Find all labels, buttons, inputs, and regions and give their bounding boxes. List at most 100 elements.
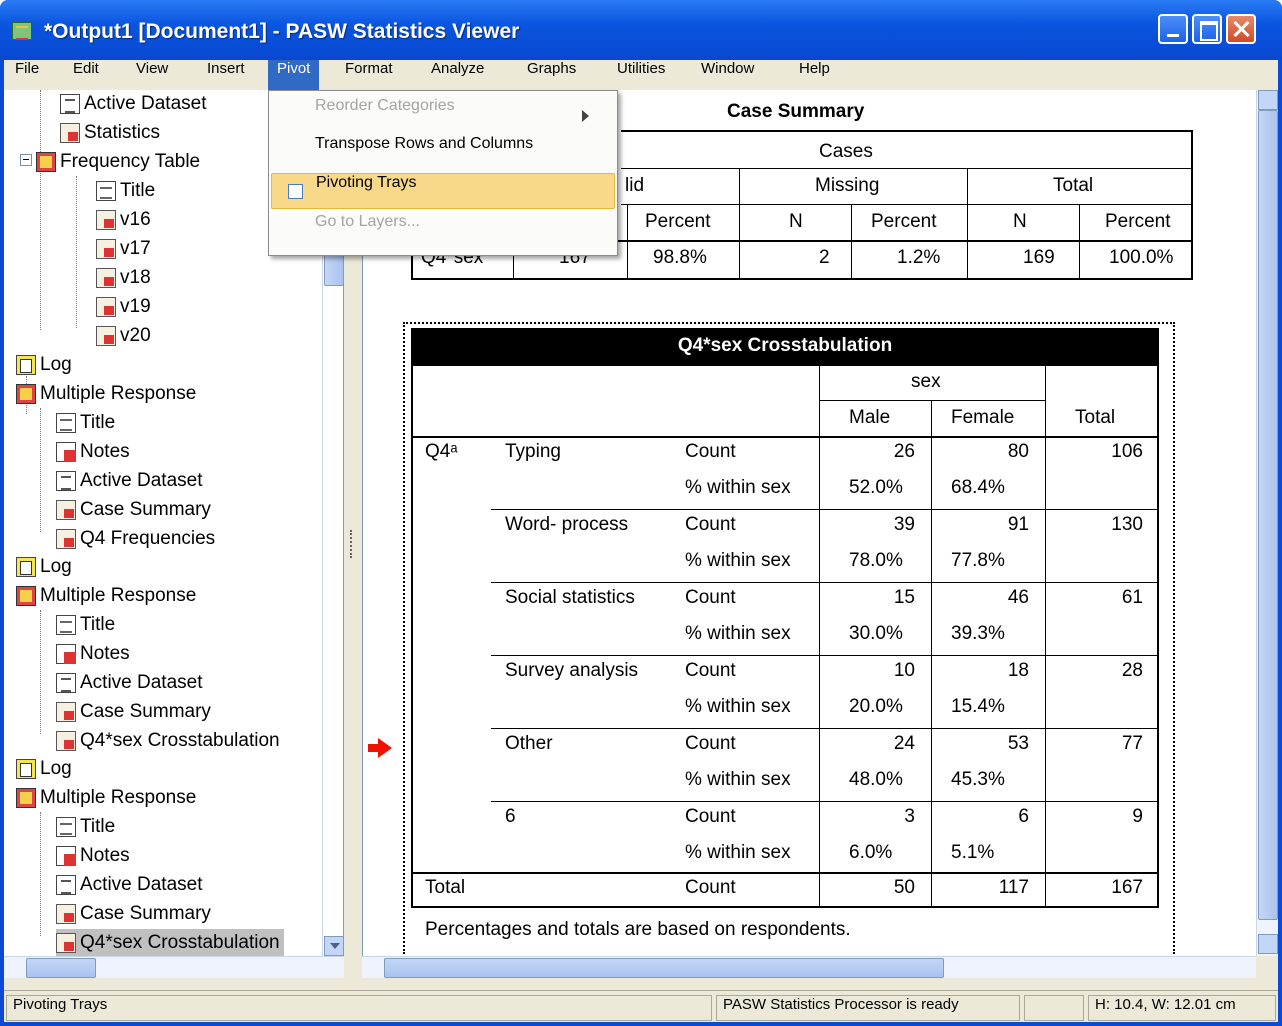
tree-node[interactable]: Notes: [56, 640, 130, 668]
submenu-arrow-icon: [582, 110, 595, 122]
multiple-response-icon: [16, 788, 36, 808]
pivot-table-icon: [56, 702, 76, 722]
collapse-toggle[interactable]: [20, 154, 32, 166]
menu-utilities[interactable]: Utilities: [608, 60, 674, 90]
tree-node[interactable]: Log: [16, 553, 72, 581]
minimize-button[interactable]: [1158, 14, 1188, 44]
tree-node[interactable]: Frequency Table: [36, 148, 200, 176]
outline-hscroll-thumb[interactable]: [26, 958, 96, 978]
tree-node[interactable]: Title: [56, 813, 115, 841]
tree-node[interactable]: Case Summary: [56, 900, 211, 928]
tree-node-selected[interactable]: Q4*sex Crosstabulation: [56, 929, 284, 956]
output-hscroll-thumb[interactable]: [384, 958, 944, 978]
splitter-grip-icon: [350, 530, 354, 558]
tree-node[interactable]: Active Dataset: [56, 669, 203, 697]
pivot-table-icon: [56, 904, 76, 924]
pivot-table-icon: [96, 268, 116, 288]
multiple-response-icon: [16, 586, 36, 606]
output-horizontal-scrollbar[interactable]: [362, 956, 1256, 978]
pivot-menu-dropdown: Reorder Categories Transpose Rows and Co…: [268, 90, 618, 256]
log-icon: [16, 557, 36, 577]
male-count: 26: [893, 441, 915, 462]
window-title: *Output1 [Document1] - PASW Statistics V…: [44, 20, 520, 43]
tree-node[interactable]: Title: [56, 611, 115, 639]
scroll-down-arrow-icon[interactable]: [1258, 934, 1278, 954]
dataset-icon: [56, 875, 76, 895]
menu-view[interactable]: View: [127, 60, 177, 90]
tree-node[interactable]: v19: [96, 293, 151, 321]
row-divider: [491, 655, 1159, 656]
menu-bar: File Edit View Insert Pivot Format Analy…: [4, 60, 1278, 90]
menu-edit[interactable]: Edit: [64, 60, 108, 90]
percent-label: % within sex: [685, 550, 791, 571]
tree-node[interactable]: Log: [16, 755, 72, 783]
total-row-total: 167: [1111, 877, 1143, 898]
menu-window[interactable]: Window: [692, 60, 763, 90]
tree-node[interactable]: Title: [96, 177, 155, 205]
row-divider: [491, 801, 1159, 802]
outline-horizontal-scrollbar[interactable]: [4, 956, 344, 978]
app-window: *Output1 [Document1] - PASW Statistics V…: [0, 0, 1282, 1026]
reorder-categories-item[interactable]: Reorder Categories: [271, 97, 615, 133]
close-button[interactable]: [1226, 14, 1256, 44]
tree-node[interactable]: Q4*sex Crosstabulation: [56, 727, 280, 755]
output-scroll-thumb[interactable]: [1258, 110, 1278, 920]
tree-node[interactable]: Active Dataset: [60, 90, 207, 118]
female-percent: 39.3%: [951, 623, 1005, 644]
percent-label: % within sex: [685, 696, 791, 717]
status-bar: Pivoting Trays PASW Statistics Processor…: [4, 990, 1278, 1022]
log-icon: [16, 355, 36, 375]
tree-node[interactable]: Multiple Response: [16, 380, 196, 408]
female-percent: 77.8%: [951, 550, 1005, 571]
dataset-icon: [60, 94, 80, 114]
tree-node[interactable]: Title: [56, 409, 115, 437]
row-divider: [491, 582, 1159, 583]
tree-node[interactable]: Notes: [56, 438, 130, 466]
male-percent: 48.0%: [849, 769, 903, 790]
tree-node[interactable]: Multiple Response: [16, 582, 196, 610]
tree-node[interactable]: Case Summary: [56, 698, 211, 726]
checkbox-icon: [288, 184, 303, 199]
male-percent: 20.0%: [849, 696, 903, 717]
total-row-female: 117: [998, 877, 1029, 898]
percent-label: % within sex: [685, 769, 791, 790]
log-icon: [16, 759, 36, 779]
transpose-rows-columns-item[interactable]: Transpose Rows and Columns: [271, 135, 615, 171]
menu-graphs[interactable]: Graphs: [518, 60, 585, 90]
pivot-table-icon: [96, 239, 116, 259]
tree-node[interactable]: v17: [96, 235, 151, 263]
output-vertical-scrollbar[interactable]: [1256, 90, 1278, 956]
menu-pivot[interactable]: Pivot: [268, 60, 320, 90]
tree-node[interactable]: Multiple Response: [16, 784, 196, 812]
count-label: Count: [685, 806, 736, 827]
tree-node[interactable]: Active Dataset: [56, 467, 203, 495]
tree-node[interactable]: v18: [96, 264, 151, 292]
tree-node[interactable]: Log: [16, 351, 72, 379]
menu-help[interactable]: Help: [790, 60, 839, 90]
menu-format[interactable]: Format: [336, 60, 402, 90]
category-label: 6: [505, 806, 516, 827]
go-to-layers-item[interactable]: Go to Layers...: [271, 213, 615, 249]
pivoting-trays-item[interactable]: Pivoting Trays: [271, 173, 615, 209]
crosstab-title: Q4*sex Crosstabulation: [411, 328, 1159, 364]
tree-node[interactable]: Active Dataset: [56, 871, 203, 899]
male-percent: 30.0%: [849, 623, 903, 644]
tree-node[interactable]: Notes: [56, 842, 130, 870]
notes-icon: [56, 644, 76, 664]
title-icon: [56, 817, 76, 837]
scroll-down-arrow-icon[interactable]: [324, 936, 343, 956]
scroll-up-arrow-icon[interactable]: [1258, 90, 1278, 110]
menu-insert[interactable]: Insert: [198, 60, 254, 90]
tree-node[interactable]: Q4 Frequencies: [56, 525, 215, 553]
multiple-response-icon: [16, 384, 36, 404]
tree-node[interactable]: v16: [96, 206, 151, 234]
maximize-button[interactable]: [1192, 14, 1222, 44]
row-variable-label: Q4ᵃ: [425, 441, 458, 462]
tree-node[interactable]: Statistics: [60, 119, 160, 147]
menu-analyze[interactable]: Analyze: [422, 60, 493, 90]
tree-node[interactable]: v20: [96, 322, 151, 350]
title-icon: [56, 413, 76, 433]
menu-file[interactable]: File: [6, 60, 48, 90]
total-row-count: Count: [685, 877, 736, 898]
tree-node[interactable]: Case Summary: [56, 496, 211, 524]
